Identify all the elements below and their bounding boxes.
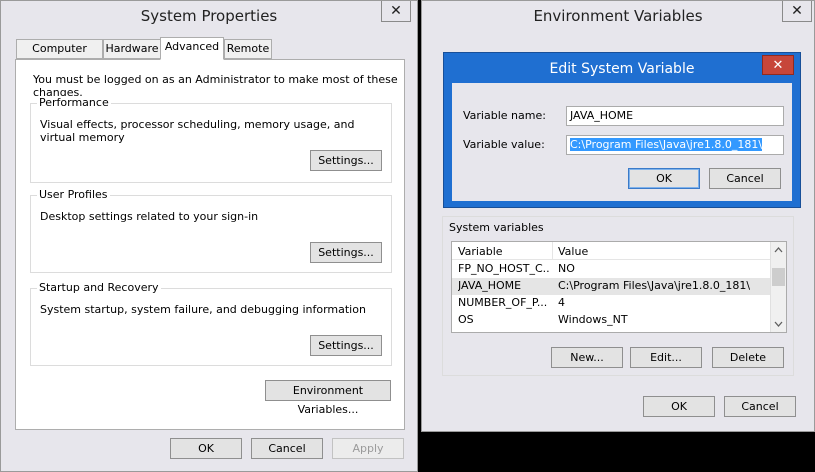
edit-dialog-title: Edit System Variable [549,61,695,77]
performance-group: Performance Visual effects, processor sc… [30,96,392,183]
performance-settings-button[interactable]: Settings... [310,150,382,171]
variable-cell: JAVA_HOME [458,279,522,292]
tab-advanced[interactable]: Advanced [160,37,224,60]
value-cell: 4 [558,296,565,309]
advanced-tab-panel: You must be logged on as an Administrato… [15,59,405,430]
variable-name-field[interactable]: JAVA_HOME [566,106,784,126]
variable-value-selection: C:\Program Files\Java\jre1.8.0_181\ [570,138,763,151]
performance-label: Performance [37,96,111,109]
column-header-variable[interactable]: Variable [458,245,503,258]
column-divider[interactable] [552,242,553,260]
edit-dialog-body: Variable name: JAVA_HOME Variable value:… [452,83,792,201]
startup-recovery-description: System startup, system failure, and debu… [40,303,366,316]
startup-recovery-label: Startup and Recovery [37,281,161,294]
edit-cancel-button[interactable]: Cancel [709,168,781,189]
variable-cell: FP_NO_HOST_C... [458,262,550,275]
variable-cell: NUMBER_OF_P... [458,296,548,309]
close-icon[interactable]: ✕ [381,1,411,22]
scroll-down-icon[interactable] [771,316,786,332]
value-cell: Windows_NT [558,313,628,326]
tab-computer-name[interactable]: Computer Name [16,39,103,73]
env-window-title: Environment Variables [533,7,703,25]
edit-dialog-title-bar[interactable]: Edit System Variable ✕ [444,53,800,83]
vertical-scrollbar[interactable] [770,242,786,332]
variable-cell: OS [458,313,474,326]
user-profiles-description: Desktop settings related to your sign-in [40,210,259,223]
list-header: Variable Value [452,242,770,260]
edit-variable-button[interactable]: Edit... [630,347,702,368]
env-close-icon[interactable]: ✕ [782,1,812,22]
title-bar[interactable]: System Properties ✕ [1,1,417,31]
table-row[interactable]: NUMBER_OF_P... 4 [452,295,770,312]
tab-remote[interactable]: Remote [224,39,272,59]
scroll-up-icon[interactable] [771,242,786,258]
edit-dialog-close-icon[interactable]: ✕ [762,55,794,75]
variable-value-label: Variable value: [463,138,545,151]
system-variables-list[interactable]: Variable Value FP_NO_HOST_C... NO JAVA_H… [451,241,787,333]
env-title-bar[interactable]: Environment Variables ✕ [422,1,814,31]
user-profiles-settings-button[interactable]: Settings... [310,242,382,263]
table-row-selected[interactable]: JAVA_HOME C:\Program Files\Java\jre1.8.0… [452,278,770,295]
cancel-button[interactable]: Cancel [251,438,323,459]
env-cancel-button[interactable]: Cancel [724,396,796,417]
value-cell: NO [558,262,575,275]
environment-variables-button[interactable]: Environment Variables... [265,380,391,416]
edit-ok-button[interactable]: OK [628,168,700,189]
column-header-value[interactable]: Value [558,245,588,258]
startup-recovery-group: Startup and Recovery System startup, sys… [30,281,392,366]
user-profiles-label: User Profiles [37,188,110,201]
new-variable-button[interactable]: New... [551,347,623,368]
table-row[interactable]: FP_NO_HOST_C... NO [452,261,770,278]
tab-hardware[interactable]: Hardware [103,39,161,59]
env-ok-button[interactable]: OK [643,396,715,417]
variable-value-field[interactable]: C:\Program Files\Java\jre1.8.0_181\ [566,135,784,155]
performance-description: Visual effects, processor scheduling, me… [40,118,355,144]
value-cell: C:\Program Files\Java\jre1.8.0_181\ [558,279,751,292]
variable-name-label: Variable name: [463,109,546,122]
window-title: System Properties [140,7,278,25]
edit-system-variable-dialog: Edit System Variable ✕ Variable name: JA… [443,52,801,208]
user-profiles-group: User Profiles Desktop settings related t… [30,188,392,273]
table-row[interactable]: OS Windows_NT [452,312,770,329]
ok-button[interactable]: OK [170,438,242,459]
system-properties-window: System Properties ✕ Computer Name Hardwa… [0,0,418,472]
apply-button[interactable]: Apply [332,438,404,459]
startup-recovery-settings-button[interactable]: Settings... [310,335,382,356]
scroll-thumb[interactable] [772,268,785,286]
delete-variable-button[interactable]: Delete [712,347,784,368]
